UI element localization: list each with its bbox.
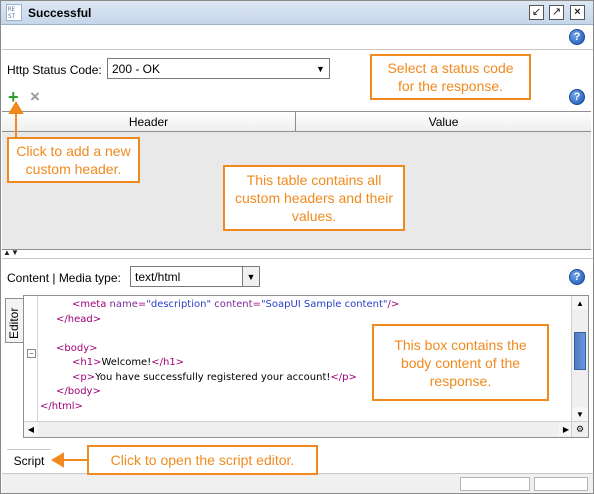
response-editor-window: RE ST Successful ↙ ↗ × ? Http Status Cod… [0,0,594,494]
arrowhead-add-header [8,101,24,114]
callout-arrows [8,101,87,468]
arrowhead-script [51,452,64,468]
